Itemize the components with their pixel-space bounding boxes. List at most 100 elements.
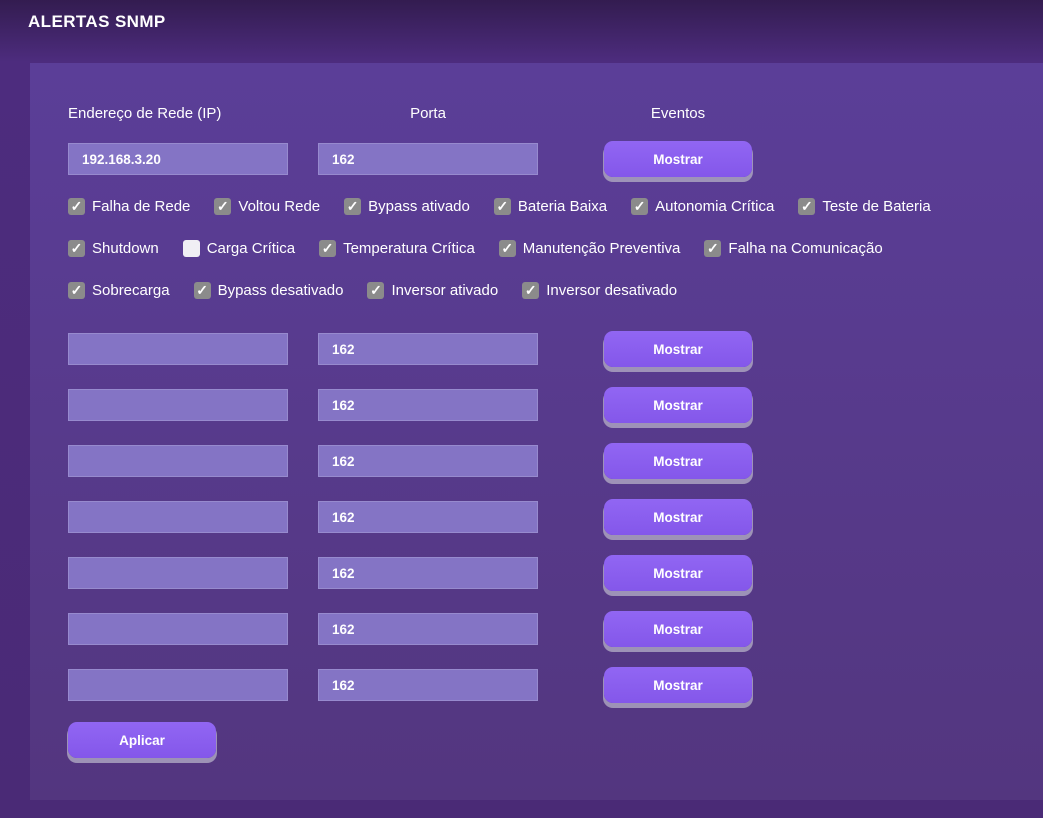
checkbox-item-falha-na-comunicacao[interactable]: ✓ Falha na Comunicação — [704, 239, 883, 257]
port-input[interactable] — [318, 333, 538, 365]
event-checkbox-label: Temperatura Crítica — [343, 239, 475, 257]
show-events-button[interactable]: Mostrar — [604, 555, 752, 591]
checkbox-falha-na-comunicacao[interactable]: ✓ — [704, 239, 722, 257]
events-row-1: ✓ Falha de Rede ✓ Voltou Rede ✓ Bypass a… — [68, 197, 1043, 215]
checkmark-icon: ✓ — [70, 197, 83, 214]
checkbox-bypass-desativado[interactable]: ✓ — [193, 281, 211, 299]
page-title: ALERTAS SNMP — [28, 12, 166, 31]
port-input[interactable] — [318, 143, 538, 175]
port-input[interactable] — [318, 557, 538, 589]
ip-input[interactable] — [68, 613, 288, 645]
apply-row: Aplicar — [68, 722, 1043, 758]
column-headers: Endereço de Rede (IP) Porta Eventos — [68, 105, 1043, 122]
show-events-button[interactable]: Mostrar — [604, 141, 752, 177]
port-input[interactable] — [318, 501, 538, 533]
checkbox-item-sobrecarga[interactable]: ✓ Sobrecarga — [68, 281, 170, 299]
ip-input[interactable] — [68, 333, 288, 365]
checkmark-icon: ✓ — [196, 281, 208, 298]
events-row-2: ✓ Shutdown ✓ Carga Crítica ✓ Temperatura… — [68, 239, 1043, 257]
checkmark-icon: ✓ — [800, 197, 813, 214]
checkmark-icon: ✓ — [633, 197, 646, 214]
event-checkbox-label: Inversor ativado — [391, 281, 499, 299]
checkbox-item-carga-critica[interactable]: ✓ Carga Crítica — [182, 239, 296, 257]
snmp-target-row: Mostrar — [68, 331, 1043, 367]
checkbox-bypass-ativado[interactable]: ✓ — [344, 197, 362, 215]
checkbox-teste-de-bateria[interactable]: ✓ — [798, 197, 816, 215]
checkbox-bateria-baixa[interactable]: ✓ — [493, 197, 511, 215]
event-checkbox-label: Autonomia Crítica — [655, 197, 775, 215]
checkbox-item-manutencao-preventiva[interactable]: ✓ Manutenção Preventiva — [498, 239, 680, 257]
event-checkbox-label: Voltou Rede — [238, 197, 321, 215]
checkbox-item-bateria-baixa[interactable]: ✓ Bateria Baixa — [493, 197, 608, 215]
ip-input[interactable] — [68, 445, 288, 477]
checkmark-icon: ✓ — [707, 239, 719, 256]
event-checkbox-label: Bypass desativado — [217, 281, 344, 299]
snmp-target-row: Mostrar — [68, 141, 1043, 177]
snmp-alerts-panel: Endereço de Rede (IP) Porta Eventos Most… — [30, 63, 1043, 800]
show-events-button[interactable]: Mostrar — [604, 499, 752, 535]
checkbox-inversor-ativado[interactable]: ✓ — [367, 281, 385, 299]
checkbox-item-inversor-ativado[interactable]: ✓ Inversor ativado — [367, 281, 499, 299]
event-checkbox-label: Falha na Comunicação — [728, 239, 883, 257]
event-checkbox-label: Bateria Baixa — [517, 197, 608, 215]
checkbox-temperatura-critica[interactable]: ✓ — [319, 239, 337, 257]
checkbox-sobrecarga[interactable]: ✓ — [68, 281, 85, 299]
snmp-target-row: Mostrar — [68, 667, 1043, 703]
checkbox-item-temperatura-critica[interactable]: ✓ Temperatura Crítica — [319, 239, 475, 257]
snmp-target-row: Mostrar — [68, 499, 1043, 535]
show-events-button[interactable]: Mostrar — [604, 331, 752, 367]
checkmark-icon: ✓ — [524, 281, 537, 298]
checkbox-autonomia-critica[interactable]: ✓ — [631, 197, 649, 215]
checkmark-icon: ✓ — [217, 197, 229, 214]
checkbox-item-shutdown[interactable]: ✓ Shutdown — [68, 239, 159, 257]
port-input[interactable] — [318, 613, 538, 645]
checkbox-shutdown[interactable]: ✓ — [68, 239, 85, 257]
ip-input[interactable] — [68, 501, 288, 533]
checkbox-voltou-rede[interactable]: ✓ — [214, 197, 232, 215]
ip-input[interactable] — [68, 557, 288, 589]
checkbox-item-autonomia-critica[interactable]: ✓ Autonomia Crítica — [631, 197, 775, 215]
checkbox-item-falha-de-rede[interactable]: ✓ Falha de Rede — [68, 197, 191, 215]
event-checkbox-label: Shutdown — [92, 239, 159, 257]
port-input[interactable] — [318, 389, 538, 421]
snmp-target-row: Mostrar — [68, 387, 1043, 423]
show-events-button[interactable]: Mostrar — [604, 387, 752, 423]
show-events-button[interactable]: Mostrar — [604, 443, 752, 479]
checkmark-icon: ✓ — [496, 197, 509, 214]
event-checkbox-label: Inversor desativado — [546, 281, 678, 299]
ip-input[interactable] — [68, 389, 288, 421]
event-checkbox-label: Sobrecarga — [92, 281, 170, 299]
snmp-target-row: Mostrar — [68, 611, 1043, 647]
checkbox-item-voltou-rede[interactable]: ✓ Voltou Rede — [214, 197, 321, 215]
checkbox-falha-de-rede[interactable]: ✓ — [68, 197, 85, 215]
checkmark-icon: ✓ — [501, 239, 514, 256]
events-checkbox-group: ✓ Falha de Rede ✓ Voltou Rede ✓ Bypass a… — [68, 197, 1043, 299]
snmp-target-row: Mostrar — [68, 555, 1043, 591]
ip-input[interactable] — [68, 669, 288, 701]
checkmark-icon: ✓ — [321, 239, 334, 256]
event-checkbox-label: Falha de Rede — [92, 197, 191, 215]
port-column-header: Porta — [410, 105, 446, 122]
event-checkbox-label: Carga Crítica — [206, 239, 296, 257]
checkbox-item-inversor-desativado[interactable]: ✓ Inversor desativado — [522, 281, 678, 299]
port-input[interactable] — [318, 445, 538, 477]
checkmark-icon: ✓ — [370, 281, 382, 298]
checkmark-icon: ✓ — [70, 239, 83, 256]
checkbox-carga-critica[interactable]: ✓ — [182, 239, 200, 257]
snmp-target-row: Mostrar — [68, 443, 1043, 479]
checkbox-item-bypass-desativado[interactable]: ✓ Bypass desativado — [193, 281, 344, 299]
port-input[interactable] — [318, 669, 538, 701]
ip-column-header: Endereço de Rede (IP) — [68, 105, 222, 122]
show-events-button[interactable]: Mostrar — [604, 667, 752, 703]
show-events-button[interactable]: Mostrar — [604, 611, 752, 647]
checkmark-icon: ✓ — [346, 197, 359, 214]
event-checkbox-label: Bypass ativado — [368, 197, 470, 215]
apply-button[interactable]: Aplicar — [68, 722, 216, 758]
checkbox-manutencao-preventiva[interactable]: ✓ — [498, 239, 516, 257]
ip-input[interactable] — [68, 143, 288, 175]
checkbox-inversor-desativado[interactable]: ✓ — [522, 281, 540, 299]
checkbox-item-teste-de-bateria[interactable]: ✓ Teste de Bateria — [798, 197, 931, 215]
event-checkbox-label: Teste de Bateria — [822, 197, 931, 215]
checkbox-item-bypass-ativado[interactable]: ✓ Bypass ativado — [344, 197, 470, 215]
checkmark-icon: ✓ — [70, 281, 83, 298]
